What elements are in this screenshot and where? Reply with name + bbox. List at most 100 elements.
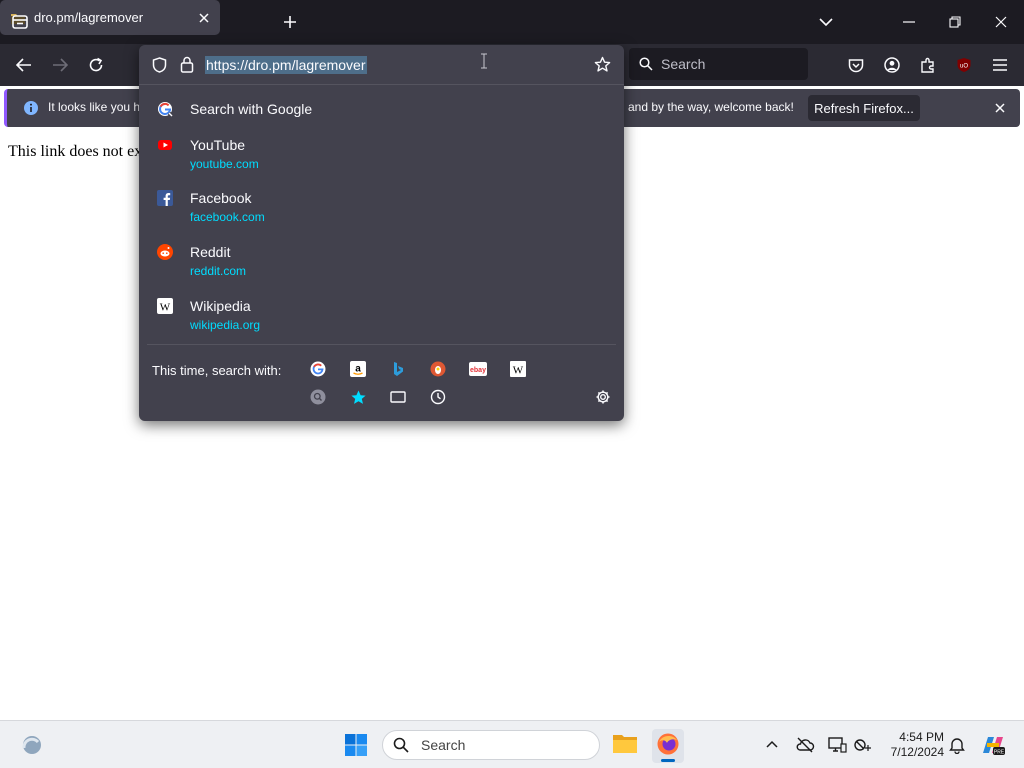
engine-google-button[interactable] xyxy=(309,360,327,378)
close-window-button[interactable] xyxy=(988,10,1014,34)
firefox-icon xyxy=(657,733,679,755)
svg-text:PRE: PRE xyxy=(994,750,1005,756)
text-cursor-icon xyxy=(481,53,487,69)
onedrive-tray-button[interactable] xyxy=(795,736,815,754)
suggestion-reddit[interactable]: Reddit reddit.com xyxy=(147,240,616,284)
clock[interactable]: 4:54 PM 7/12/2024 xyxy=(880,730,944,760)
ebay-icon: ebay xyxy=(469,362,487,376)
gear-icon xyxy=(596,390,610,404)
star-icon xyxy=(350,390,366,404)
svg-text:a: a xyxy=(355,364,361,375)
copilot-button[interactable]: PRE xyxy=(980,733,1006,757)
refresh-firefox-button[interactable]: Refresh Firefox... xyxy=(808,95,920,121)
suggestion-url: youtube.com xyxy=(190,157,259,171)
network-tray-button[interactable] xyxy=(853,736,873,754)
amazon-icon: a xyxy=(350,361,366,377)
windows-icon xyxy=(345,734,367,756)
network-icon xyxy=(854,739,871,751)
notification-text-continued: and by the way, welcome back! xyxy=(628,100,794,114)
pocket-icon xyxy=(848,58,864,72)
mode-bookmarks-button[interactable] xyxy=(349,388,367,406)
suggestion-title: Reddit xyxy=(190,244,231,260)
search-settings-button[interactable] xyxy=(594,388,612,406)
suggestion-facebook[interactable]: Facebook facebook.com xyxy=(147,186,616,230)
svg-text:uO: uO xyxy=(960,64,968,70)
search-bar[interactable]: Search xyxy=(629,48,808,80)
star-icon[interactable] xyxy=(594,56,611,73)
suggestion-title: YouTube xyxy=(190,137,246,153)
display-tray-button[interactable] xyxy=(827,736,847,754)
divider xyxy=(147,344,616,345)
search-icon xyxy=(393,737,409,753)
lock-icon[interactable] xyxy=(180,56,194,73)
close-icon xyxy=(995,16,1007,28)
suggestion-title: Wikipedia xyxy=(190,298,251,314)
new-tab-button[interactable] xyxy=(278,10,302,34)
engine-amazon-button[interactable]: a xyxy=(349,360,367,378)
search-icon xyxy=(639,57,653,71)
puzzle-icon xyxy=(921,57,934,73)
tab-active[interactable]: dro.pm/lagremover xyxy=(0,0,220,35)
mode-tabs-button[interactable] xyxy=(389,388,407,406)
account-button[interactable] xyxy=(880,53,904,77)
reload-button[interactable] xyxy=(84,53,108,77)
forward-button[interactable] xyxy=(48,53,72,77)
mode-search-button[interactable] xyxy=(309,388,327,406)
firefox-taskbar-button[interactable] xyxy=(652,729,684,763)
engine-ebay-button[interactable]: ebay xyxy=(469,360,487,378)
mode-history-button[interactable] xyxy=(429,388,447,406)
list-all-tabs-button[interactable] xyxy=(814,10,838,34)
urlbar-dropdown: https://dro.pm/lagremover Search with Go… xyxy=(139,45,624,421)
start-button[interactable] xyxy=(344,733,368,757)
restore-button[interactable] xyxy=(942,10,968,34)
suggestion-url: wikipedia.org xyxy=(190,318,261,332)
clock-date: 7/12/2024 xyxy=(890,745,944,759)
taskbar-search[interactable]: Search xyxy=(382,730,600,760)
file-explorer-button[interactable] xyxy=(612,731,638,757)
svg-text:ebay: ebay xyxy=(470,367,486,374)
suggestion-title: Facebook xyxy=(190,190,252,206)
bell-icon xyxy=(949,738,965,754)
minimize-button[interactable] xyxy=(896,10,922,34)
suggestion-search-google[interactable]: Search with Google xyxy=(147,97,616,121)
folder-icon xyxy=(613,735,637,753)
weather-widget[interactable] xyxy=(20,734,44,756)
notifications-button[interactable] xyxy=(948,736,966,754)
weather-icon xyxy=(22,736,41,754)
plus-icon xyxy=(284,16,296,28)
tab-strip: dro.pm/lagremover xyxy=(0,0,1024,44)
engine-duckduckgo-button[interactable] xyxy=(429,360,447,378)
show-hidden-icons-button[interactable] xyxy=(764,737,780,753)
youtube-icon xyxy=(158,140,172,150)
google-icon xyxy=(158,102,173,117)
pocket-button[interactable] xyxy=(844,53,868,77)
minimize-icon xyxy=(903,21,915,23)
back-button[interactable] xyxy=(12,53,36,77)
svg-text:W: W xyxy=(160,302,171,314)
notification-close-button[interactable] xyxy=(991,99,1009,117)
firefox-view-icon xyxy=(12,15,28,29)
suggestion-youtube[interactable]: YouTube youtube.com xyxy=(147,133,616,177)
urlbar[interactable]: https://dro.pm/lagremover xyxy=(139,45,624,85)
tracking-shield-icon[interactable] xyxy=(152,57,167,73)
tab-title: dro.pm/lagremover xyxy=(34,10,144,25)
monitor-icon xyxy=(828,737,847,753)
oneoff-search-label: This time, search with: xyxy=(152,363,282,378)
cloud-off-icon xyxy=(796,737,815,753)
wikipedia-icon: W xyxy=(510,361,526,377)
taskbar-search-placeholder: Search xyxy=(421,737,466,753)
engine-wikipedia-button[interactable]: W xyxy=(509,360,527,378)
ublock-icon: uO xyxy=(957,58,971,72)
close-icon xyxy=(199,12,209,23)
engine-bing-button[interactable] xyxy=(389,360,407,378)
url-input[interactable]: https://dro.pm/lagremover xyxy=(205,56,367,74)
tab-close-button[interactable] xyxy=(192,6,216,30)
firefox-view-button[interactable] xyxy=(8,10,32,34)
extensions-button[interactable] xyxy=(916,53,940,77)
tab-icon xyxy=(390,391,406,403)
search-placeholder: Search xyxy=(661,56,706,72)
app-menu-button[interactable] xyxy=(988,53,1012,77)
arrow-left-icon xyxy=(16,58,31,72)
ublock-button[interactable]: uO xyxy=(952,53,976,77)
suggestion-wikipedia[interactable]: W Wikipedia wikipedia.org xyxy=(147,294,616,338)
